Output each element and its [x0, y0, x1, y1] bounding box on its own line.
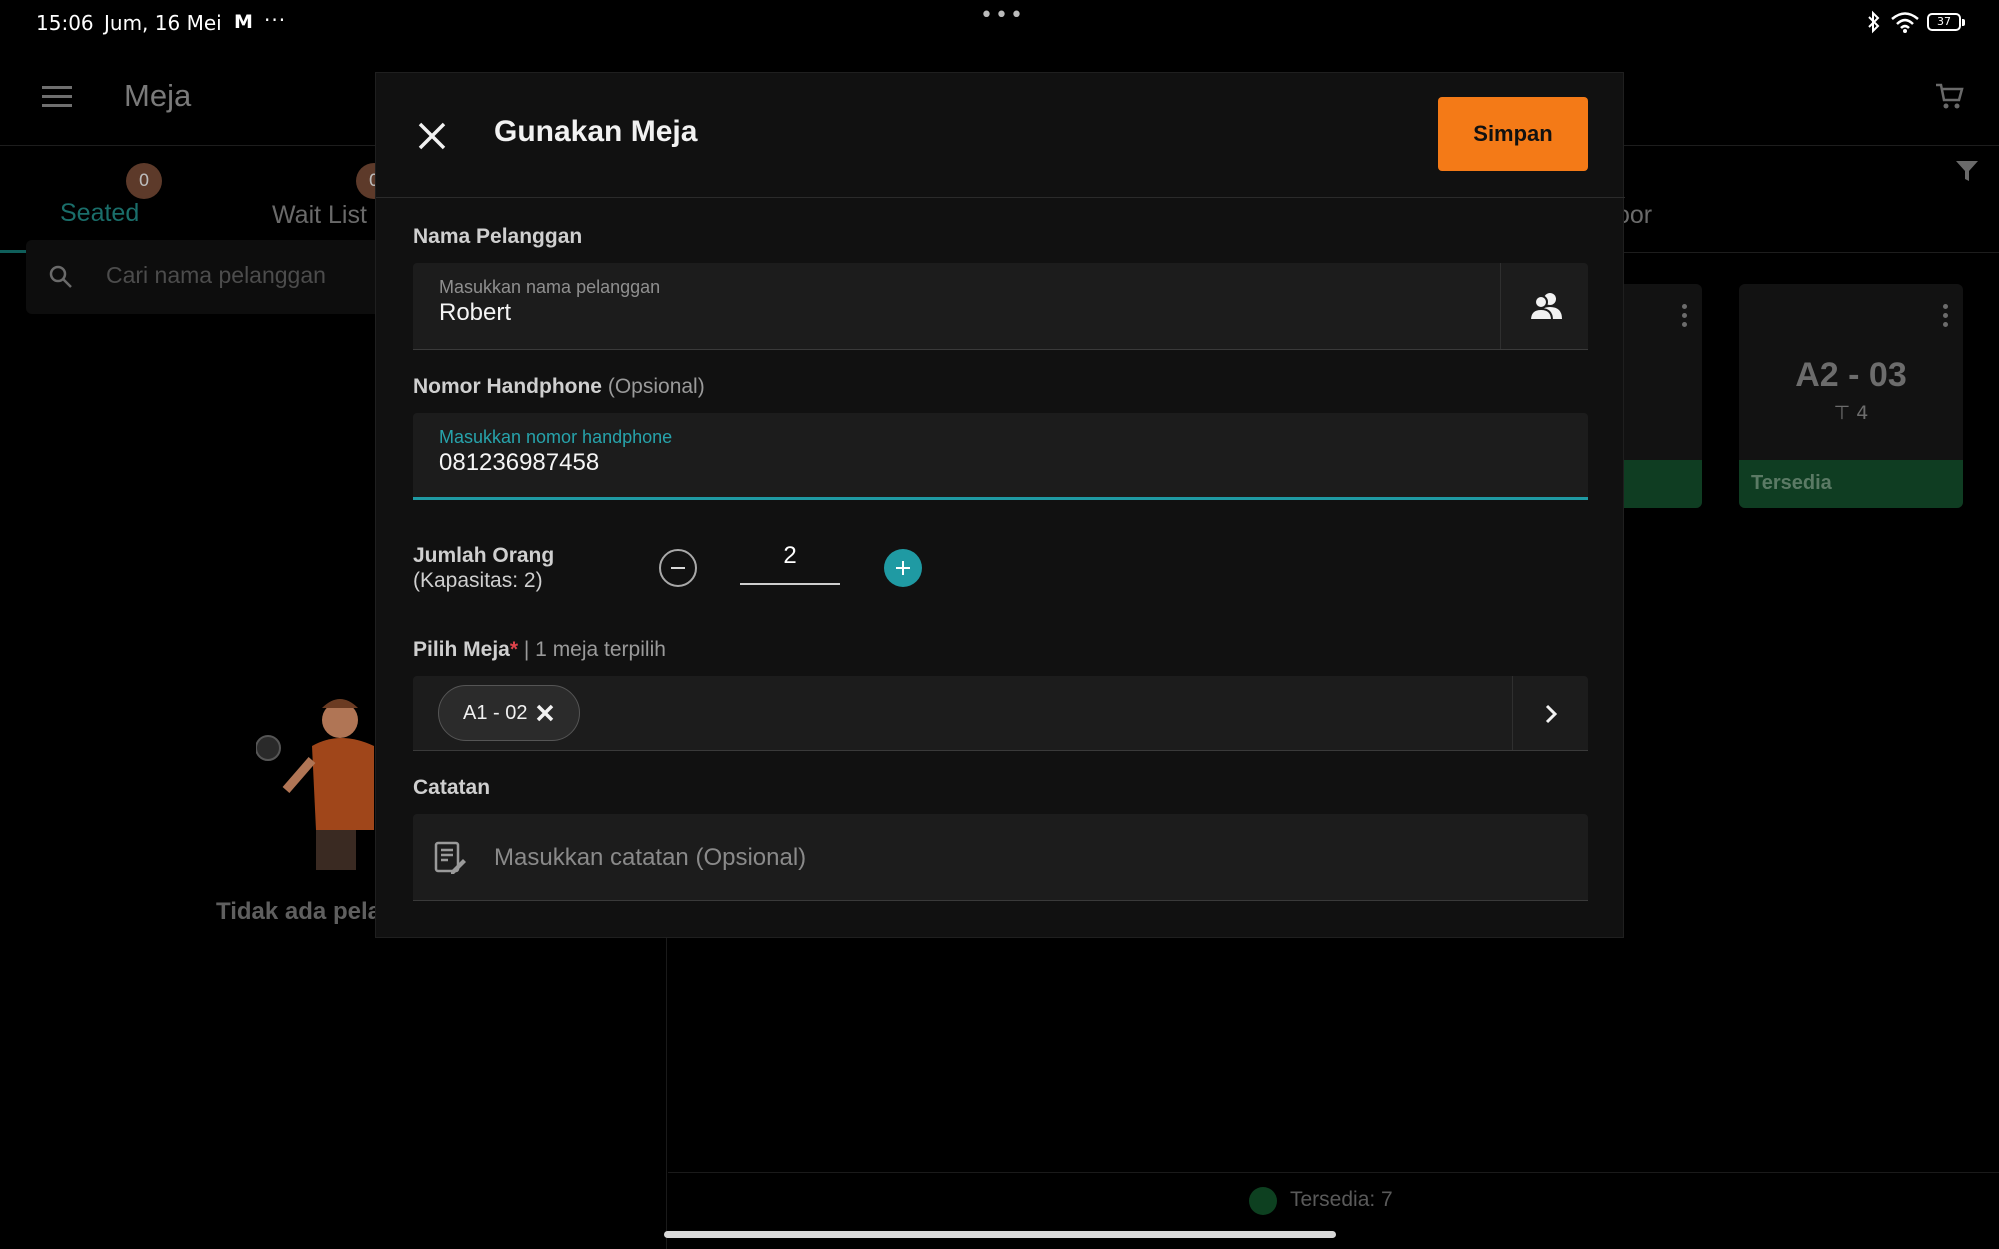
search-input[interactable]: Cari nama pelanggan [106, 262, 326, 289]
menu-icon[interactable] [42, 86, 72, 108]
customer-name-field[interactable]: Masukkan nama pelanggan Robert [413, 263, 1588, 350]
search-icon [49, 265, 72, 288]
battery-icon: 37 [1927, 13, 1965, 31]
capacity-note: (Kapasitas: 2) [413, 569, 543, 592]
required-mark: * [509, 638, 519, 661]
available-count: Tersedia: 7 [1290, 1188, 1393, 1211]
table-status: Tersedia [1739, 460, 1963, 508]
notes-edit-icon [434, 841, 466, 874]
phone-label-text: Nomor Handphone [413, 375, 602, 398]
page-title: Meja [124, 78, 192, 113]
table-name: A2 - 03 [1795, 356, 1907, 394]
tab-seated-label: Seated [60, 199, 140, 227]
notes-label: Catatan [413, 776, 491, 799]
chevron-right-icon [1545, 704, 1558, 724]
tab-seated[interactable]: Seated [0, 147, 222, 253]
table-capacity-icon: ⊤ [1833, 402, 1851, 424]
open-table-picker-button[interactable] [1512, 676, 1588, 750]
close-icon[interactable] [414, 118, 450, 154]
table-select-field[interactable]: A1 - 02 [413, 676, 1588, 751]
more-options-icon[interactable] [1943, 304, 1949, 331]
selected-table-chip-label: A1 - 02 [463, 702, 528, 724]
phone-value[interactable]: 081236987458 [439, 449, 599, 477]
gmail-notification-icon: M [234, 11, 253, 33]
phone-field[interactable]: Masukkan nomor handphone 081236987458 [413, 413, 1588, 500]
more-options-icon[interactable] [1682, 304, 1688, 331]
available-legend-dot [1249, 1187, 1277, 1215]
empty-state-illustration [256, 699, 374, 870]
table-card[interactable]: A2 - 03 ⊤ 4 Tersedia [1739, 284, 1963, 508]
select-table-label: Pilih Meja* | 1 meja terpilih [413, 638, 666, 662]
status-bar: 15:06 Jum, 16 Mei M ··· ••• 37 [0, 0, 1999, 46]
wifi-icon [1891, 12, 1919, 33]
bluetooth-icon [1868, 10, 1880, 34]
phone-optional-text: (Opsional) [607, 375, 705, 398]
table-status-label: Tersedia [1751, 472, 1832, 494]
phone-floating-label: Masukkan nomor handphone [439, 427, 673, 447]
people-count-title: Jumlah Orang [413, 544, 555, 567]
people-count-label: Jumlah Orang (Kapasitas: 2) [413, 543, 554, 593]
cart-icon[interactable] [1934, 82, 1964, 110]
status-date: Jum, 16 Mei [104, 11, 222, 35]
select-table-label-text: Pilih Meja [413, 638, 510, 661]
multitask-handle-icon[interactable]: ••• [980, 3, 1025, 28]
dialog-title: Gunakan Meja [494, 115, 698, 148]
selected-table-chip[interactable]: A1 - 02 [438, 685, 580, 741]
notes-input[interactable]: Masukkan catatan (Opsional) [494, 844, 806, 872]
filter-icon[interactable] [1954, 158, 1980, 184]
table-capacity-value: 4 [1856, 402, 1869, 424]
people-count-input[interactable]: 2 [740, 533, 840, 585]
selected-table-summary: | 1 meja terpilih [523, 638, 666, 661]
empty-state-text: Tidak ada pela [216, 898, 381, 925]
table-capacity: ⊤ 4 [1739, 402, 1963, 424]
seated-count-badge: 0 [126, 163, 162, 199]
customer-name-floating-label: Masukkan nama pelanggan [439, 277, 661, 297]
contacts-icon [1530, 293, 1562, 321]
remove-chip-icon[interactable] [535, 703, 555, 723]
more-notifications-icon: ··· [264, 8, 287, 32]
customer-name-value[interactable]: Robert [439, 299, 511, 327]
status-time: 15:06 [36, 11, 94, 35]
dialog-header: Gunakan Meja Simpan [376, 73, 1625, 198]
save-button[interactable]: Simpan [1438, 97, 1588, 171]
contacts-button[interactable] [1500, 263, 1588, 349]
notes-field[interactable]: Masukkan catatan (Opsional) [413, 814, 1588, 901]
tab-wait-list[interactable]: Wait List [272, 201, 367, 230]
customer-name-label: Nama Pelanggan [413, 225, 583, 248]
phone-label: Nomor Handphone (Opsional) [413, 375, 705, 399]
use-table-dialog: Gunakan Meja Simpan Nama Pelanggan Masuk… [375, 72, 1625, 938]
home-indicator[interactable] [664, 1231, 1336, 1238]
increase-people-button[interactable] [884, 549, 922, 587]
decrease-people-button[interactable] [659, 549, 697, 587]
